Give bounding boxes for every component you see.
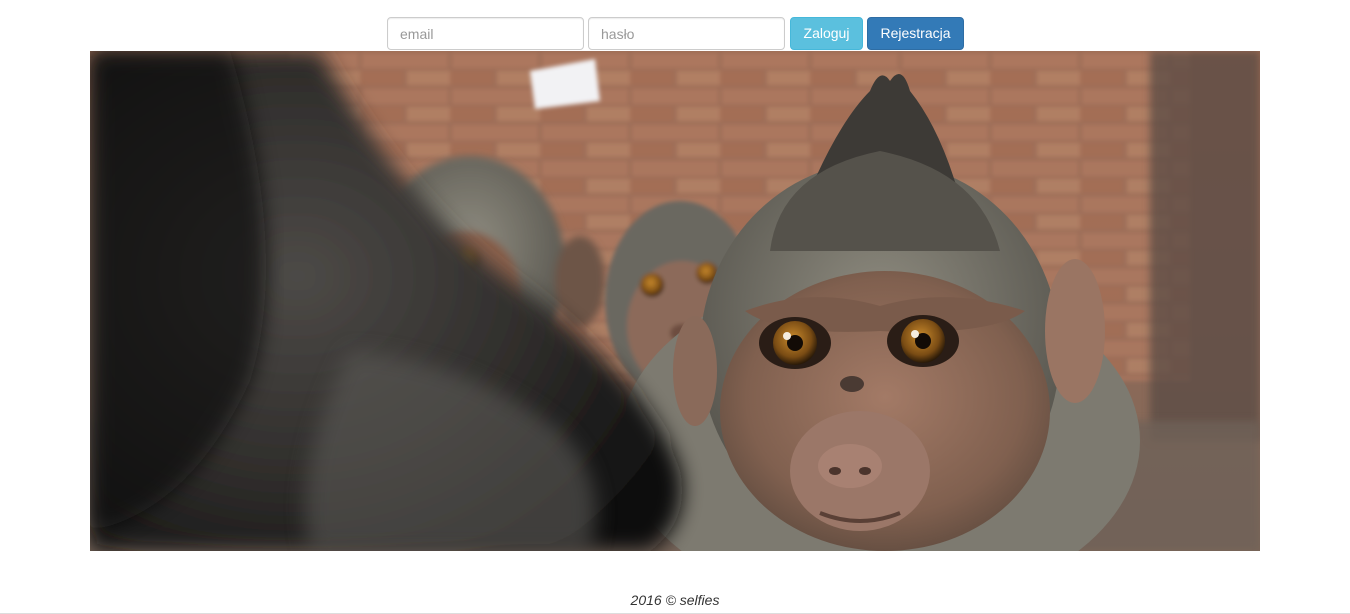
page: Zaloguj Rejestracja bbox=[0, 0, 1350, 614]
login-form: Zaloguj Rejestracja bbox=[387, 17, 964, 50]
monkey-selfie-illustration bbox=[90, 51, 1260, 551]
register-button[interactable]: Rejestracja bbox=[867, 17, 964, 50]
login-button[interactable]: Zaloguj bbox=[790, 17, 863, 50]
password-input[interactable] bbox=[588, 17, 785, 50]
email-input[interactable] bbox=[387, 17, 584, 50]
hero-image bbox=[90, 51, 1260, 551]
footer-copyright: 2016 © selfies bbox=[630, 592, 720, 608]
